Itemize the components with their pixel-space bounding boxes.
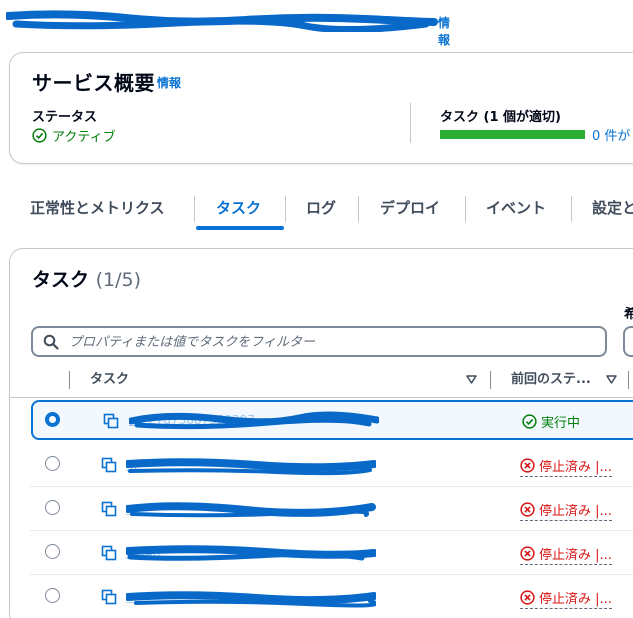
- status-value-text: アクティブ: [52, 130, 116, 145]
- task-id-link[interactable]: ...: [126, 500, 376, 520]
- tab-events[interactable]: イベント: [486, 188, 546, 228]
- copy-icon[interactable]: [101, 589, 117, 605]
- row-radio[interactable]: [45, 456, 60, 471]
- redaction-scribble: [129, 411, 379, 430]
- task-id-link[interactable]: ...: [126, 456, 376, 476]
- tasks-title: タスク (1/5): [32, 265, 141, 292]
- task-status-text: 停止済み |...: [539, 548, 612, 563]
- summary-info-link[interactable]: 情報: [157, 74, 181, 91]
- x-circle-icon: [520, 502, 535, 517]
- sort-down-icon[interactable]: [466, 375, 477, 384]
- table-row[interactable]: ... 停止済み |...: [30, 575, 633, 618]
- redaction-scribble: [126, 502, 376, 518]
- task-status[interactable]: 停止済み |...: [520, 456, 612, 477]
- column-separator: [490, 371, 491, 389]
- table-header-divider: [10, 397, 633, 398]
- tab-logs[interactable]: ログ: [306, 188, 336, 228]
- tab-tasks[interactable]: タスク: [216, 188, 261, 228]
- table-row[interactable]: ...227d73887352397 実行中: [31, 400, 633, 440]
- table-row[interactable]: ... 停止済み |...: [30, 487, 633, 531]
- task-status[interactable]: 停止済み |...: [520, 500, 612, 521]
- status-value: アクティブ: [32, 126, 116, 145]
- task-id-link[interactable]: ...346: [126, 544, 376, 564]
- title-info-link[interactable]: 情報: [438, 14, 450, 48]
- tasks-progress-bar: [440, 130, 585, 139]
- column-header-last-status[interactable]: 前回のステ...: [511, 363, 591, 397]
- redaction-scribble: [126, 458, 376, 476]
- copy-icon[interactable]: [103, 413, 119, 429]
- task-status[interactable]: 停止済み |...: [520, 544, 612, 565]
- task-status-text: 停止済み |...: [539, 504, 612, 519]
- redaction-scribble: [6, 10, 438, 32]
- row-radio-selected[interactable]: [45, 412, 60, 427]
- task-status-text: 実行中: [541, 416, 581, 431]
- x-circle-icon: [520, 546, 535, 561]
- task-status-text: 停止済み |...: [539, 460, 612, 475]
- tab-separator: [465, 196, 466, 222]
- page-title: 情報: [6, 10, 450, 47]
- status-label: ステータス: [32, 110, 98, 125]
- task-id-link[interactable]: ...: [126, 588, 376, 608]
- copy-icon[interactable]: [101, 545, 117, 561]
- check-circle-icon: [32, 128, 47, 143]
- copy-icon[interactable]: [101, 501, 117, 517]
- redaction-scribble: [126, 545, 376, 561]
- task-status-text: 停止済み |...: [539, 592, 612, 607]
- table-row[interactable]: ...346 停止済み |...: [30, 531, 633, 575]
- tab-separator: [194, 196, 195, 222]
- column-separator: [69, 371, 70, 389]
- task-status[interactable]: 停止済み |...: [520, 588, 612, 609]
- tab-separator: [285, 196, 286, 222]
- row-radio[interactable]: [45, 544, 60, 559]
- tab-separator: [358, 196, 359, 222]
- column-header-task[interactable]: タスク: [90, 363, 129, 397]
- check-circle-icon: [522, 414, 537, 429]
- row-radio[interactable]: [45, 588, 60, 603]
- row-radio[interactable]: [45, 500, 60, 515]
- summary-title: サービス概要: [32, 71, 155, 95]
- tab-health-metrics[interactable]: 正常性とメトリクス: [30, 188, 165, 228]
- tab-separator: [571, 196, 572, 222]
- tasks-progress-fill: [440, 130, 585, 139]
- tasks-count: (1/5): [95, 269, 142, 291]
- tasks-summary-label: タスク (1 個が適切): [440, 110, 561, 125]
- x-circle-icon: [520, 590, 535, 605]
- desired-status-label: 希: [624, 303, 633, 322]
- copy-icon[interactable]: [101, 457, 117, 473]
- redaction-scribble: [126, 591, 376, 608]
- table-row[interactable]: ... 停止済み |...: [30, 443, 633, 487]
- tasks-progress-link[interactable]: 0 件が: [592, 125, 630, 144]
- column-separator: [628, 371, 629, 389]
- service-tabs: 正常性とメトリクス タスク ログ デプロイ イベント 設定と: [0, 188, 633, 232]
- task-filter-search[interactable]: [31, 326, 607, 357]
- tasks-title-text: タスク: [32, 269, 90, 291]
- x-circle-icon: [520, 458, 535, 473]
- task-id-link[interactable]: ...227d73887352397: [129, 411, 379, 431]
- desired-status-select[interactable]: [623, 326, 633, 357]
- tab-configuration[interactable]: 設定と: [592, 188, 633, 228]
- summary-divider: [410, 103, 411, 143]
- search-icon: [43, 334, 59, 350]
- service-summary-card: サービス概要 情報 ステータス アクティブ タスク (1 個が適切) 0 件が: [9, 52, 633, 164]
- task-status: 実行中: [522, 412, 580, 431]
- search-input[interactable]: [69, 333, 589, 351]
- tasks-card: タスク (1/5) 希 タスク 前回のステ... ...227d73887352…: [9, 248, 633, 618]
- sort-down-icon[interactable]: [606, 375, 617, 384]
- active-tab-indicator: [196, 226, 284, 230]
- tab-deployments[interactable]: デプロイ: [380, 188, 440, 228]
